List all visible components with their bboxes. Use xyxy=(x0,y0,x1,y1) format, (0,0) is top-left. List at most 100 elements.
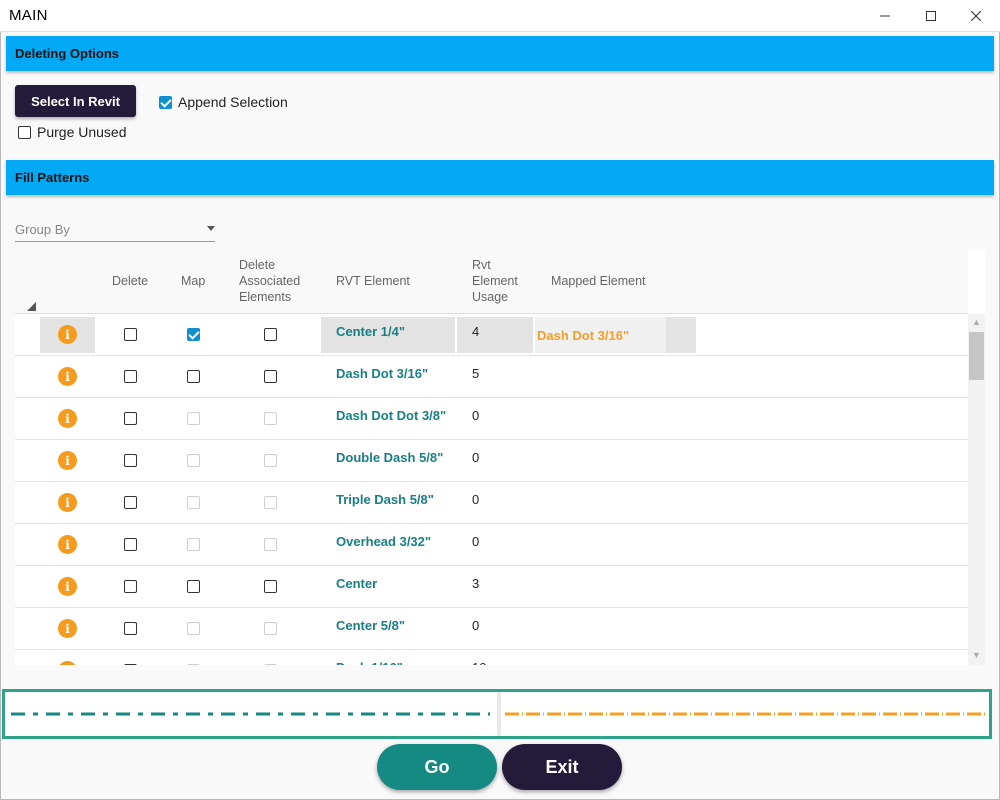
delete-associated-checkbox xyxy=(264,412,277,425)
close-button[interactable] xyxy=(953,0,999,32)
deleting-options-header: Deleting Options xyxy=(6,36,994,71)
column-header-usage[interactable]: Rvt Element Usage xyxy=(472,257,532,305)
info-icon[interactable]: i xyxy=(58,325,77,344)
info-icon[interactable]: i xyxy=(58,493,77,512)
element-usage: 0 xyxy=(472,408,480,423)
map-checkbox[interactable] xyxy=(187,328,200,341)
delete-associated-checkbox xyxy=(264,538,277,551)
delete-checkbox[interactable] xyxy=(124,454,137,467)
select-in-revit-button[interactable]: Select In Revit xyxy=(15,85,136,117)
info-icon[interactable]: i xyxy=(58,535,77,554)
group-by-placeholder: Group By xyxy=(15,222,70,237)
delete-checkbox[interactable] xyxy=(124,538,137,551)
element-usage: 0 xyxy=(472,618,480,633)
map-checkbox xyxy=(187,664,200,665)
vertical-scrollbar[interactable]: ▲ ▼ xyxy=(968,314,985,665)
chevron-down-icon xyxy=(207,226,215,231)
rvt-element-name: Center 5/8" xyxy=(336,618,406,633)
rvt-element-name: Triple Dash 5/8" xyxy=(336,492,434,507)
delete-checkbox[interactable] xyxy=(124,496,137,509)
close-icon xyxy=(971,11,981,21)
title-bar: MAIN xyxy=(0,0,1000,32)
delete-checkbox[interactable] xyxy=(124,622,137,635)
map-checkbox xyxy=(187,454,200,467)
info-icon[interactable]: i xyxy=(58,661,77,665)
table-row[interactable]: i Double Dash 5/8" 0 xyxy=(15,440,968,482)
selected-cell-bg xyxy=(457,317,533,353)
rvt-element-name: Center 1/4" xyxy=(336,324,406,339)
table-row[interactable]: i Center 1/4" 4 Dash Dot 3/16" xyxy=(15,314,968,356)
append-selection-label: Append Selection xyxy=(178,94,288,110)
map-checkbox[interactable] xyxy=(187,580,200,593)
append-selection-checkbox[interactable] xyxy=(159,95,172,109)
selected-cell-bg xyxy=(666,317,696,353)
rvt-element-name: Dash Dot 3/16" xyxy=(336,366,429,381)
delete-associated-checkbox xyxy=(264,622,277,635)
table-row[interactable]: i Overhead 3/32" 0 xyxy=(15,524,968,566)
map-checkbox[interactable] xyxy=(187,370,200,383)
info-icon[interactable]: i xyxy=(58,619,77,638)
element-usage: 0 xyxy=(472,534,480,549)
fill-patterns-header: Fill Patterns xyxy=(6,160,994,195)
table-row[interactable]: i Dash Dot Dot 3/8" 0 xyxy=(15,398,968,440)
group-by-dropdown[interactable]: Group By xyxy=(15,220,215,242)
map-checkbox xyxy=(187,622,200,635)
maximize-button[interactable] xyxy=(908,0,954,32)
delete-associated-checkbox[interactable] xyxy=(264,580,277,593)
element-usage: 0 xyxy=(472,492,480,507)
scroll-up-icon[interactable]: ▲ xyxy=(972,318,981,327)
delete-checkbox[interactable] xyxy=(124,580,137,593)
info-icon[interactable]: i xyxy=(58,577,77,596)
element-usage: 3 xyxy=(472,576,480,591)
rvt-element-name: Dash 1/16" xyxy=(336,660,403,665)
table-row[interactable]: i Center 3 xyxy=(15,566,968,608)
element-usage: 10 xyxy=(472,660,486,665)
scroll-thumb[interactable] xyxy=(969,332,984,380)
scroll-down-icon[interactable]: ▼ xyxy=(972,651,981,660)
info-icon[interactable]: i xyxy=(58,409,77,428)
delete-checkbox[interactable] xyxy=(124,328,137,341)
window-title: MAIN xyxy=(9,7,48,24)
minimize-button[interactable] xyxy=(862,0,908,32)
delete-associated-checkbox xyxy=(264,496,277,509)
go-button[interactable]: Go xyxy=(377,744,497,790)
deleting-options-title: Deleting Options xyxy=(15,46,119,61)
column-header-rvt-element[interactable]: RVT Element xyxy=(336,273,410,289)
pattern-preview-svg xyxy=(11,692,985,736)
table-row[interactable]: i Dash Dot 3/16" 5 xyxy=(15,356,968,398)
delete-associated-checkbox xyxy=(264,454,277,467)
info-icon[interactable]: i xyxy=(58,367,77,386)
grid-header: Delete Map Delete Associated Elements RV… xyxy=(15,250,968,314)
column-header-delete-associated[interactable]: Delete Associated Elements xyxy=(239,257,319,305)
rvt-element-name: Dash Dot Dot 3/8" xyxy=(336,408,447,423)
delete-associated-checkbox xyxy=(264,664,277,665)
fill-patterns-title: Fill Patterns xyxy=(15,170,90,185)
sort-corner-icon[interactable] xyxy=(27,302,36,311)
element-usage: 5 xyxy=(472,366,480,381)
column-header-map[interactable]: Map xyxy=(181,273,205,289)
delete-checkbox[interactable] xyxy=(124,664,137,665)
delete-associated-checkbox[interactable] xyxy=(264,328,277,341)
element-usage: 0 xyxy=(472,450,480,465)
column-header-delete[interactable]: Delete xyxy=(112,273,148,289)
purge-unused-option[interactable]: Purge Unused xyxy=(18,124,127,140)
map-checkbox xyxy=(187,412,200,425)
delete-associated-checkbox[interactable] xyxy=(264,370,277,383)
delete-checkbox[interactable] xyxy=(124,370,137,383)
exit-button[interactable]: Exit xyxy=(502,744,622,790)
append-selection-option[interactable]: Append Selection xyxy=(159,94,288,110)
element-usage: 4 xyxy=(472,324,480,339)
mapped-element-name[interactable]: Dash Dot 3/16" xyxy=(537,328,629,343)
table-row[interactable]: i Center 5/8" 0 xyxy=(15,608,968,650)
info-icon[interactable]: i xyxy=(58,451,77,470)
table-row[interactable]: i Dash 1/16" 10 xyxy=(15,650,968,665)
rvt-element-name: Double Dash 5/8" xyxy=(336,450,444,465)
rvt-element-name: Center xyxy=(336,576,378,591)
purge-unused-checkbox[interactable] xyxy=(18,125,31,139)
minimize-icon xyxy=(880,15,890,17)
column-header-mapped-element[interactable]: Mapped Element xyxy=(551,273,646,289)
map-checkbox xyxy=(187,496,200,509)
delete-checkbox[interactable] xyxy=(124,412,137,425)
preview-divider xyxy=(497,692,501,736)
table-row[interactable]: i Triple Dash 5/8" 0 xyxy=(15,482,968,524)
